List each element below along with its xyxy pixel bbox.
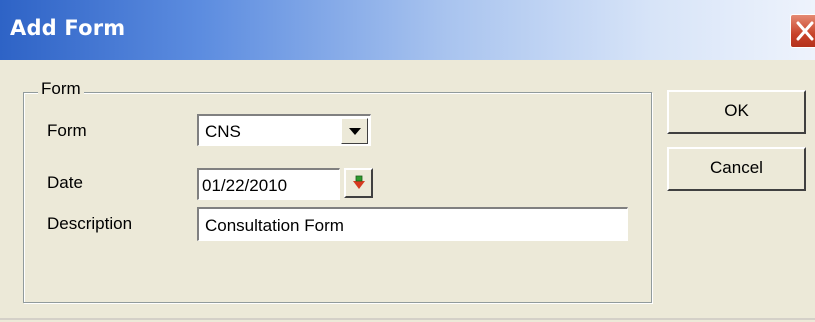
groupbox-legend: Form xyxy=(38,79,84,99)
form-select-dropdown-button[interactable] xyxy=(341,118,368,144)
date-input[interactable]: 01/22/2010 xyxy=(197,168,340,200)
chevron-down-icon xyxy=(349,128,361,135)
description-label: Description xyxy=(47,214,133,233)
description-input[interactable]: Consultation Form xyxy=(197,207,628,241)
form-label: Form xyxy=(47,121,87,140)
close-button[interactable] xyxy=(790,14,815,48)
close-icon xyxy=(796,21,814,41)
form-select[interactable]: CNS xyxy=(197,114,371,146)
calendar-arrow-icon xyxy=(353,175,365,189)
ok-button[interactable]: OK xyxy=(667,90,806,134)
cancel-button[interactable]: Cancel xyxy=(667,147,806,191)
title-bar[interactable]: Add Form xyxy=(0,0,815,60)
date-value: 01/22/2010 xyxy=(202,176,288,195)
form-select-value: CNS xyxy=(205,122,241,141)
description-value: Consultation Form xyxy=(205,216,344,235)
date-label: Date xyxy=(47,173,83,192)
window-bottom-border xyxy=(0,318,815,320)
window-title: Add Form xyxy=(10,16,126,40)
date-picker-button[interactable] xyxy=(344,168,373,198)
